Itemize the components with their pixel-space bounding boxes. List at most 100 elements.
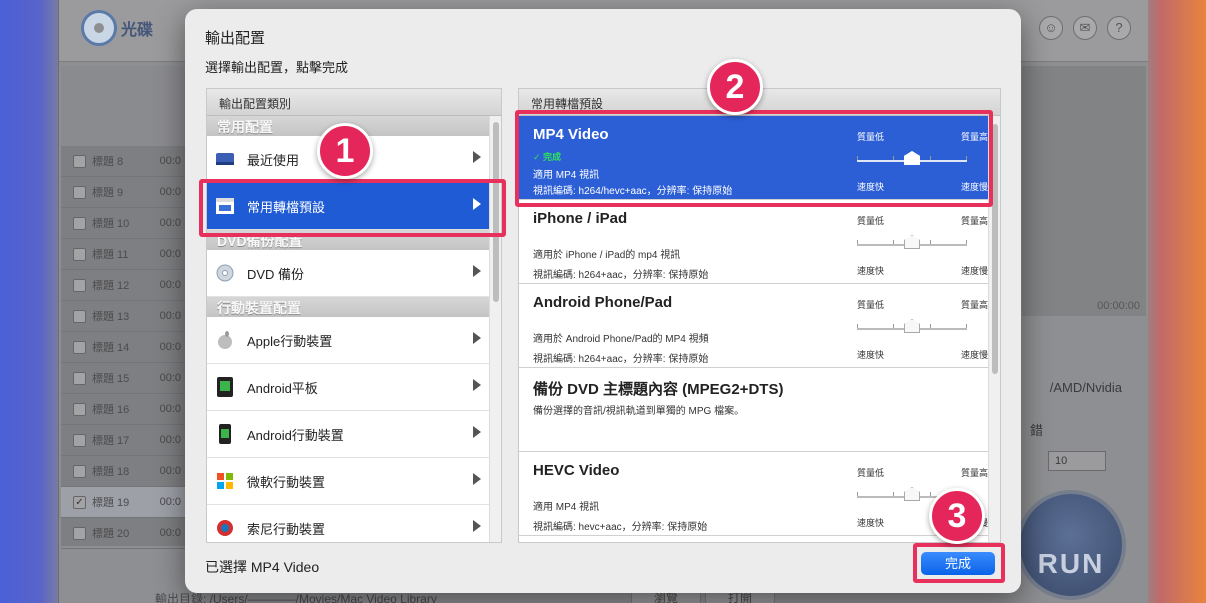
title-row[interactable]: 標題 18 00:0 <box>61 456 185 487</box>
preset-description: 適用於 iPhone / iPad的 mp4 視訊 <box>533 250 681 261</box>
title-checkbox[interactable] <box>73 216 86 230</box>
preset-name: HEVC Video <box>533 462 620 479</box>
preset-name: 備份 DVD 主標題內容 (MPEG2+DTS) <box>533 381 784 398</box>
android-tablet-icon <box>215 377 235 397</box>
title-row[interactable]: 標題 11 00:0 <box>61 239 185 270</box>
title-label: 標題 9 <box>92 187 124 199</box>
category-microsoft[interactable]: 微軟行動裝置 <box>207 458 491 505</box>
speed-fast-label: 速度快 <box>857 518 885 528</box>
category-dvd-backup[interactable]: DVD 備份 <box>207 250 491 297</box>
title-label: 標題 11 <box>92 249 129 261</box>
title-row[interactable]: 標題 20 00:0 <box>61 518 185 549</box>
settings-label: 錯 <box>1029 423 1043 438</box>
title-duration: 00:0 <box>159 279 181 291</box>
mail-icon[interactable]: ✉ <box>1073 16 1097 40</box>
category-label: 最近使用 <box>247 152 300 168</box>
preset-item[interactable]: Android Phone/Pad 適用於 Android Phone/Pad的 … <box>519 284 989 368</box>
user-icon[interactable]: ☺ <box>1039 16 1063 40</box>
preset-name: iPhone / iPad <box>533 210 628 227</box>
chevron-right-icon <box>473 426 481 438</box>
title-label: 標題 16 <box>92 404 130 416</box>
title-row[interactable]: ✓ 標題 19 00:0 <box>61 487 185 518</box>
title-checkbox[interactable]: ✓ <box>73 495 86 509</box>
quality-slider-knob[interactable] <box>904 235 920 249</box>
title-checkbox[interactable] <box>73 154 86 168</box>
title-row[interactable]: 標題 16 00:0 <box>61 394 185 425</box>
chevron-right-icon <box>473 151 481 163</box>
category-sony[interactable]: 索尼行動裝置 <box>207 505 491 542</box>
category-label: Android行動裝置 <box>247 427 344 443</box>
disc-icon <box>215 263 235 283</box>
quality-slider-track[interactable] <box>857 235 967 249</box>
title-checkbox[interactable] <box>73 247 86 261</box>
title-checkbox[interactable] <box>73 464 86 478</box>
title-checkbox[interactable] <box>73 309 86 323</box>
title-checkbox[interactable] <box>73 278 86 292</box>
title-checkbox[interactable] <box>73 371 86 385</box>
title-checkbox[interactable] <box>73 402 86 416</box>
group-mobile: 行動裝置配置 <box>207 297 501 317</box>
title-duration: 00:0 <box>159 186 181 198</box>
title-label: 標題 15 <box>92 373 130 385</box>
title-row[interactable]: 標題 8 00:0 <box>61 146 185 177</box>
title-row[interactable]: 標題 17 00:0 <box>61 425 185 456</box>
title-row[interactable]: 標題 13 00:0 <box>61 301 185 332</box>
title-label: 標題 18 <box>92 466 130 478</box>
title-duration: 00:0 <box>159 496 181 508</box>
gpu-label: /AMD/Nvidia <box>1049 380 1122 395</box>
title-row[interactable]: 標題 12 00:0 <box>61 270 185 301</box>
title-row[interactable]: 標題 14 00:0 <box>61 332 185 363</box>
interval-select[interactable]: 10 <box>1048 451 1106 471</box>
title-row[interactable]: 標題 9 00:0 <box>61 177 185 208</box>
title-list-header <box>61 66 185 146</box>
preset-item[interactable]: 備份 DVD 主標題內容 (MPEG2+DTS) 備份選擇的音訊/視訊軌道到單獨的… <box>519 368 989 452</box>
title-duration: 00:0 <box>159 465 181 477</box>
title-label: 標題 10 <box>92 218 130 230</box>
title-duration: 00:0 <box>159 372 181 384</box>
time-readout: 00:00:00 <box>1097 300 1140 312</box>
dialog-subtitle: 選擇輸出配置，點擊完成 <box>205 60 349 75</box>
category-apple[interactable]: Apple行動裝置 <box>207 317 491 364</box>
title-checkbox[interactable] <box>73 526 86 540</box>
preview-area <box>1022 66 1146 316</box>
quality-slider-knob[interactable] <box>904 319 920 333</box>
title-duration: 00:0 <box>159 527 181 539</box>
title-label: 標題 19 <box>92 497 130 509</box>
title-checkbox[interactable] <box>73 185 86 199</box>
selected-profile-text: 已選擇 MP4 Video <box>205 559 320 575</box>
title-checkbox[interactable] <box>73 433 86 447</box>
preset-item[interactable]: HEVC Video 適用 MP4 視訊 視訊編碼: hevc+aac，分辨率: 保… <box>519 452 989 536</box>
title-row[interactable]: 標題 15 00:0 <box>61 363 185 394</box>
title-label: 標題 8 <box>92 156 124 168</box>
title-row[interactable]: 標題 10 00:0 <box>61 208 185 239</box>
title-duration: 00:0 <box>159 403 181 415</box>
apple-icon <box>215 330 235 350</box>
preset-codec-info: 視訊編碼: hevc+aac，分辨率: 保持原始 <box>533 522 708 533</box>
title-duration: 00:0 <box>159 155 181 167</box>
category-android-mobile[interactable]: Android行動裝置 <box>207 411 491 458</box>
android-phone-icon <box>215 424 235 444</box>
quality-slider-knob[interactable] <box>904 487 920 501</box>
quality-high-label: 質量高 <box>961 468 989 478</box>
help-icon[interactable]: ? <box>1107 16 1131 40</box>
step-badge-1: 1 <box>317 123 373 179</box>
speed-slow-label: 速度慢 <box>961 266 989 276</box>
title-duration: 00:0 <box>159 248 181 260</box>
quality-low-label: 質量低 <box>857 216 885 226</box>
quality-low-label: 質量低 <box>857 300 885 310</box>
title-duration: 00:0 <box>159 341 181 353</box>
title-checkbox[interactable] <box>73 340 86 354</box>
sony-icon <box>215 518 235 538</box>
category-android-tablet[interactable]: Android平板 <box>207 364 491 411</box>
run-button[interactable]: RUN <box>1016 490 1126 600</box>
quality-slider-track[interactable] <box>857 319 967 333</box>
app-logo: 光碟 <box>81 10 153 46</box>
title-duration: 00:0 <box>159 217 181 229</box>
preset-item[interactable]: iPhone / iPad 適用於 iPhone / iPad的 mp4 視訊 視訊… <box>519 200 989 284</box>
output-profile-dialog: 輸出配置 選擇輸出配置，點擊完成 輸出配置類別 常用配置 最近使用 常用轉檔預設… <box>185 9 1021 593</box>
chevron-right-icon <box>473 379 481 391</box>
preset-codec-info: 視訊編碼: h264+aac，分辨率: 保持原始 <box>533 354 709 365</box>
category-label: 索尼行動裝置 <box>247 521 326 537</box>
recent-folder-icon <box>215 149 235 169</box>
speed-fast-label: 速度快 <box>857 266 885 276</box>
